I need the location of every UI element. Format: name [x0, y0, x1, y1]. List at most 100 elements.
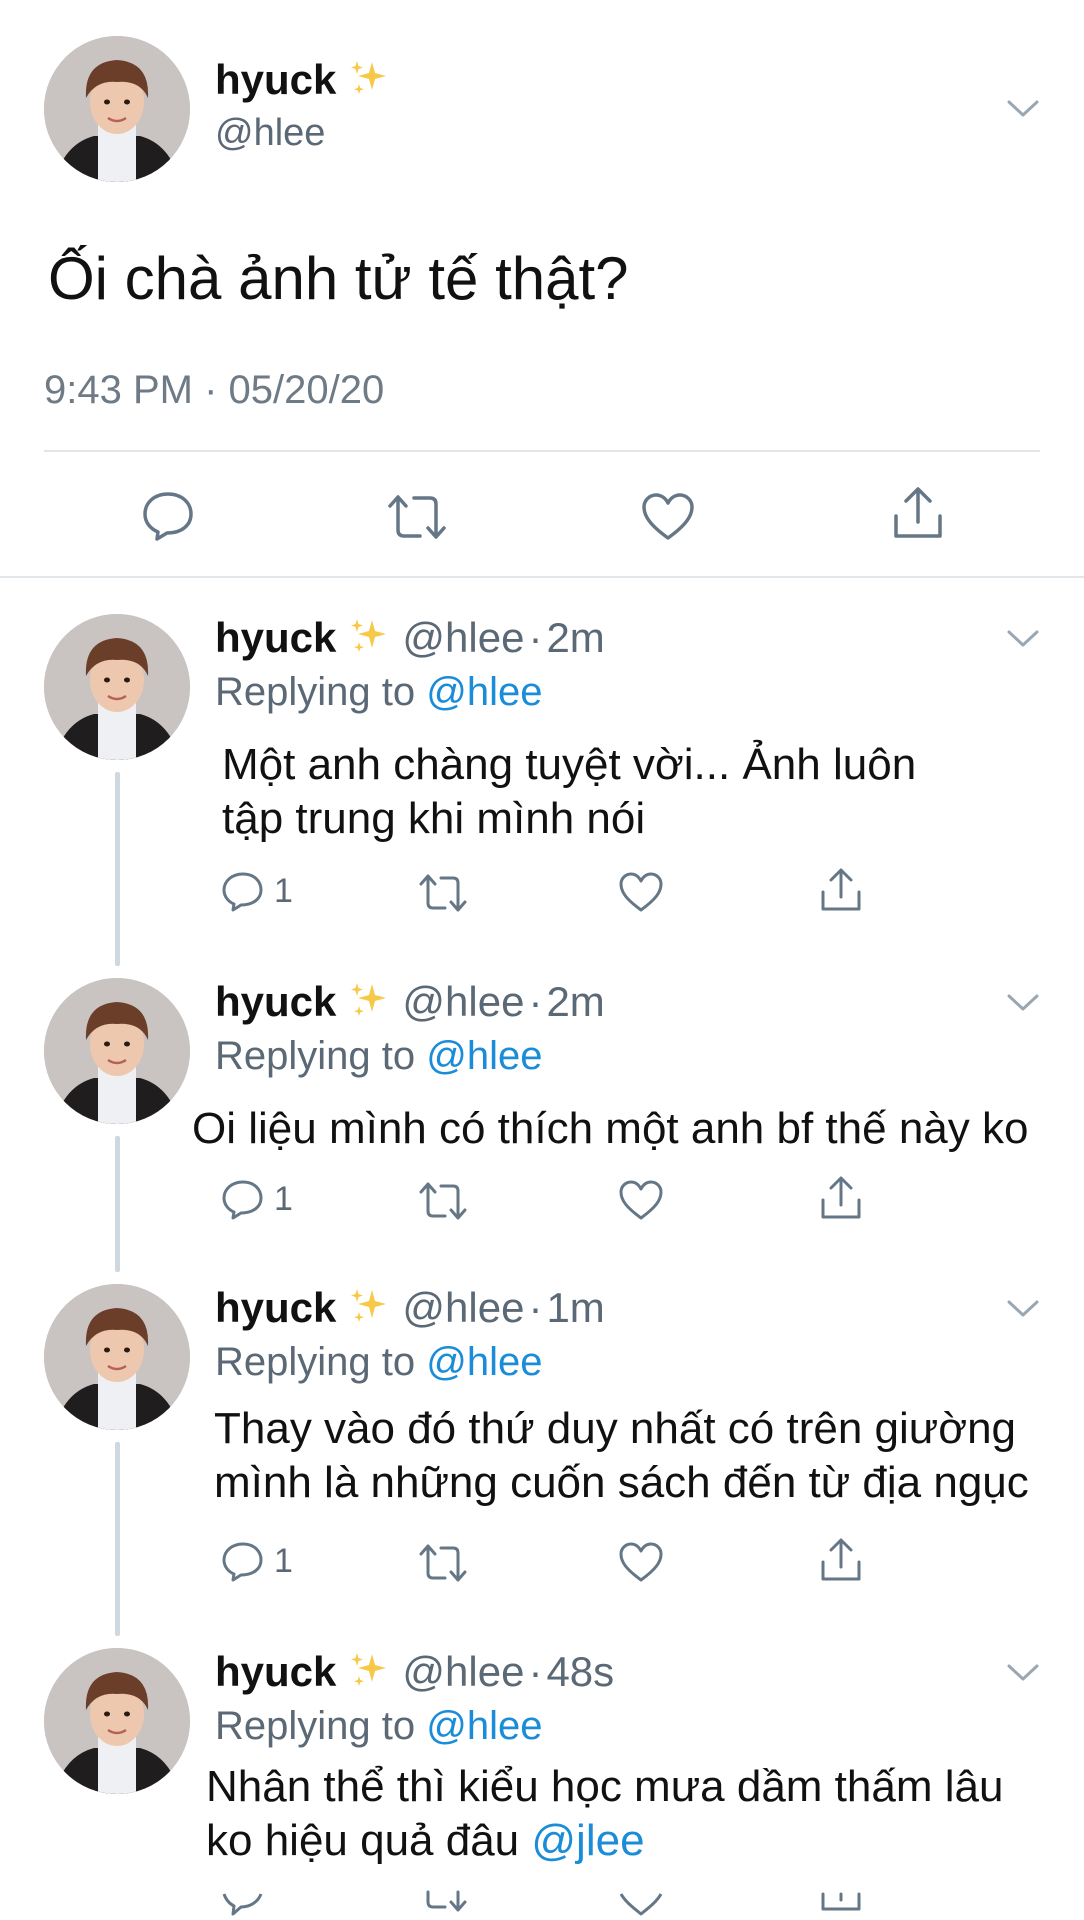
- reply-icon[interactable]: [220, 1890, 266, 1920]
- main-tweet: hyuck @hlee Ối chà ảnh tử tế thật? 9:43 …: [0, 0, 1084, 578]
- retweet-icon[interactable]: [418, 1180, 468, 1222]
- replying-to: Replying to @hlee: [215, 1704, 542, 1749]
- avatar-photo: [44, 1284, 190, 1430]
- mention-link[interactable]: @hlee: [426, 670, 542, 714]
- reply-time[interactable]: 2m: [546, 614, 604, 661]
- reply-time[interactable]: 2m: [546, 978, 604, 1025]
- reply-text: Một anh chàng tuyệt vời... Ảnh luôn tập …: [222, 738, 916, 846]
- reply-text-fragment: ko hiệu quả đâu: [206, 1816, 520, 1865]
- reply-text-line: Thay vào đó thứ duy nhất có trên giường: [214, 1404, 1017, 1453]
- avatar[interactable]: [44, 978, 190, 1124]
- divider: [0, 576, 1084, 578]
- reply-text-line: Oi liệu mình có thích một anh bf thế này…: [192, 1104, 1029, 1153]
- sparkles-icon: [348, 980, 392, 1030]
- avatar[interactable]: [44, 1284, 190, 1430]
- like-icon[interactable]: [618, 1180, 664, 1222]
- mention-link[interactable]: @jlee: [531, 1816, 644, 1865]
- display-name-text: hyuck: [215, 56, 337, 103]
- reply-count: 1: [274, 872, 293, 910]
- tweet-text: Ối chà ảnh tử tế thật?: [48, 245, 629, 312]
- like-icon[interactable]: [618, 1890, 664, 1920]
- replying-label: Replying to: [215, 1704, 416, 1748]
- avatar[interactable]: [44, 36, 190, 182]
- share-icon[interactable]: [818, 1174, 864, 1222]
- sparkles-icon: [348, 616, 392, 666]
- display-name[interactable]: hyuck: [215, 56, 392, 108]
- reply-count: 1: [274, 1180, 293, 1218]
- mention-link[interactable]: @hlee: [426, 1034, 542, 1078]
- separator-dot: ·: [528, 978, 543, 1025]
- display-name[interactable]: hyuck: [215, 614, 336, 661]
- reply-time[interactable]: 1m: [546, 1284, 604, 1331]
- avatar-photo: [44, 36, 190, 182]
- user-handle[interactable]: @hlee: [402, 614, 524, 661]
- chevron-down-icon[interactable]: [1006, 1298, 1040, 1320]
- user-handle[interactable]: @hlee: [402, 978, 524, 1025]
- mention-link[interactable]: @hlee: [426, 1340, 542, 1384]
- retweet-icon[interactable]: [418, 1542, 468, 1584]
- avatar[interactable]: [44, 1648, 190, 1794]
- reply-text: Nhân thể thì kiểu học mưa dầm thấm lâu k…: [206, 1760, 1003, 1868]
- reply-count: 1: [274, 1542, 293, 1580]
- sparkles-icon: [348, 58, 392, 108]
- reply-text-line: Nhân thể thì kiểu học mưa dầm thấm lâu: [206, 1762, 1004, 1811]
- retweet-icon[interactable]: [418, 1890, 468, 1920]
- separator-dot: ·: [528, 1284, 543, 1331]
- divider: [44, 450, 1040, 452]
- reply-header: hyuck @hlee·1m: [215, 1284, 605, 1336]
- replying-to: Replying to @hlee: [215, 1034, 542, 1079]
- mention-link[interactable]: @hlee: [426, 1704, 542, 1748]
- reply-tweet[interactable]: hyuck @hlee·1m Replying to @hlee Thay vào…: [0, 1284, 1084, 1624]
- reply-icon[interactable]: [220, 1178, 266, 1222]
- separator-dot: ·: [528, 614, 543, 661]
- reply-header: hyuck @hlee·2m: [215, 978, 605, 1030]
- share-icon[interactable]: [818, 1890, 864, 1920]
- reply-header: hyuck @hlee·48s: [215, 1648, 614, 1700]
- reply-tweet[interactable]: hyuck @hlee·48s Replying to @hlee Nhân th…: [0, 1648, 1084, 1920]
- replying-label: Replying to: [215, 1340, 416, 1384]
- replying-label: Replying to: [215, 670, 416, 714]
- reply-text: Thay vào đó thứ duy nhất có trên giường …: [214, 1402, 1029, 1510]
- chevron-down-icon[interactable]: [1006, 98, 1040, 120]
- avatar-photo: [44, 614, 190, 760]
- chevron-down-icon[interactable]: [1006, 992, 1040, 1014]
- reply-icon[interactable]: [140, 488, 196, 542]
- sparkles-icon: [348, 1650, 392, 1700]
- retweet-icon[interactable]: [418, 872, 468, 914]
- reply-text-line: mình là những cuốn sách đến từ địa ngục: [214, 1458, 1029, 1507]
- reply-text-line: Một anh chàng tuyệt vời... Ảnh luôn: [222, 740, 917, 789]
- chevron-down-icon[interactable]: [1006, 1662, 1040, 1684]
- tweet-timestamp[interactable]: 9:43 PM · 05/20/20: [44, 368, 384, 413]
- reply-tweet[interactable]: hyuck @hlee·2m Replying to @hlee Oi liệu …: [0, 978, 1084, 1278]
- reply-icon[interactable]: [220, 1540, 266, 1584]
- user-handle[interactable]: @hlee: [215, 112, 325, 155]
- display-name[interactable]: hyuck: [215, 978, 336, 1025]
- share-icon[interactable]: [818, 866, 864, 914]
- reply-tweet[interactable]: hyuck @hlee·2m Replying to @hlee Một anh …: [0, 614, 1084, 954]
- reply-header: hyuck @hlee·2m: [215, 614, 605, 666]
- sparkles-icon: [348, 1286, 392, 1336]
- user-handle[interactable]: @hlee: [402, 1648, 524, 1695]
- chevron-down-icon[interactable]: [1006, 628, 1040, 650]
- share-icon[interactable]: [818, 1536, 864, 1584]
- retweet-icon[interactable]: [386, 492, 448, 542]
- reply-text: Oi liệu mình có thích một anh bf thế này…: [192, 1102, 1028, 1156]
- like-icon[interactable]: [640, 492, 696, 542]
- reply-icon[interactable]: [220, 870, 266, 914]
- reply-time[interactable]: 48s: [546, 1648, 614, 1695]
- avatar[interactable]: [44, 614, 190, 760]
- display-name[interactable]: hyuck: [215, 1648, 336, 1695]
- replying-to: Replying to @hlee: [215, 670, 542, 715]
- display-name[interactable]: hyuck: [215, 1284, 336, 1331]
- avatar-photo: [44, 1648, 190, 1794]
- replying-to: Replying to @hlee: [215, 1340, 542, 1385]
- separator-dot: ·: [528, 1648, 543, 1695]
- reply-text-line: ko hiệu quả đâu @jlee: [206, 1814, 1003, 1868]
- avatar-photo: [44, 978, 190, 1124]
- like-icon[interactable]: [618, 872, 664, 914]
- share-icon[interactable]: [890, 484, 946, 542]
- reply-text-line: tập trung khi mình nói: [222, 794, 646, 843]
- like-icon[interactable]: [618, 1542, 664, 1584]
- user-handle[interactable]: @hlee: [402, 1284, 524, 1331]
- replying-label: Replying to: [215, 1034, 416, 1078]
